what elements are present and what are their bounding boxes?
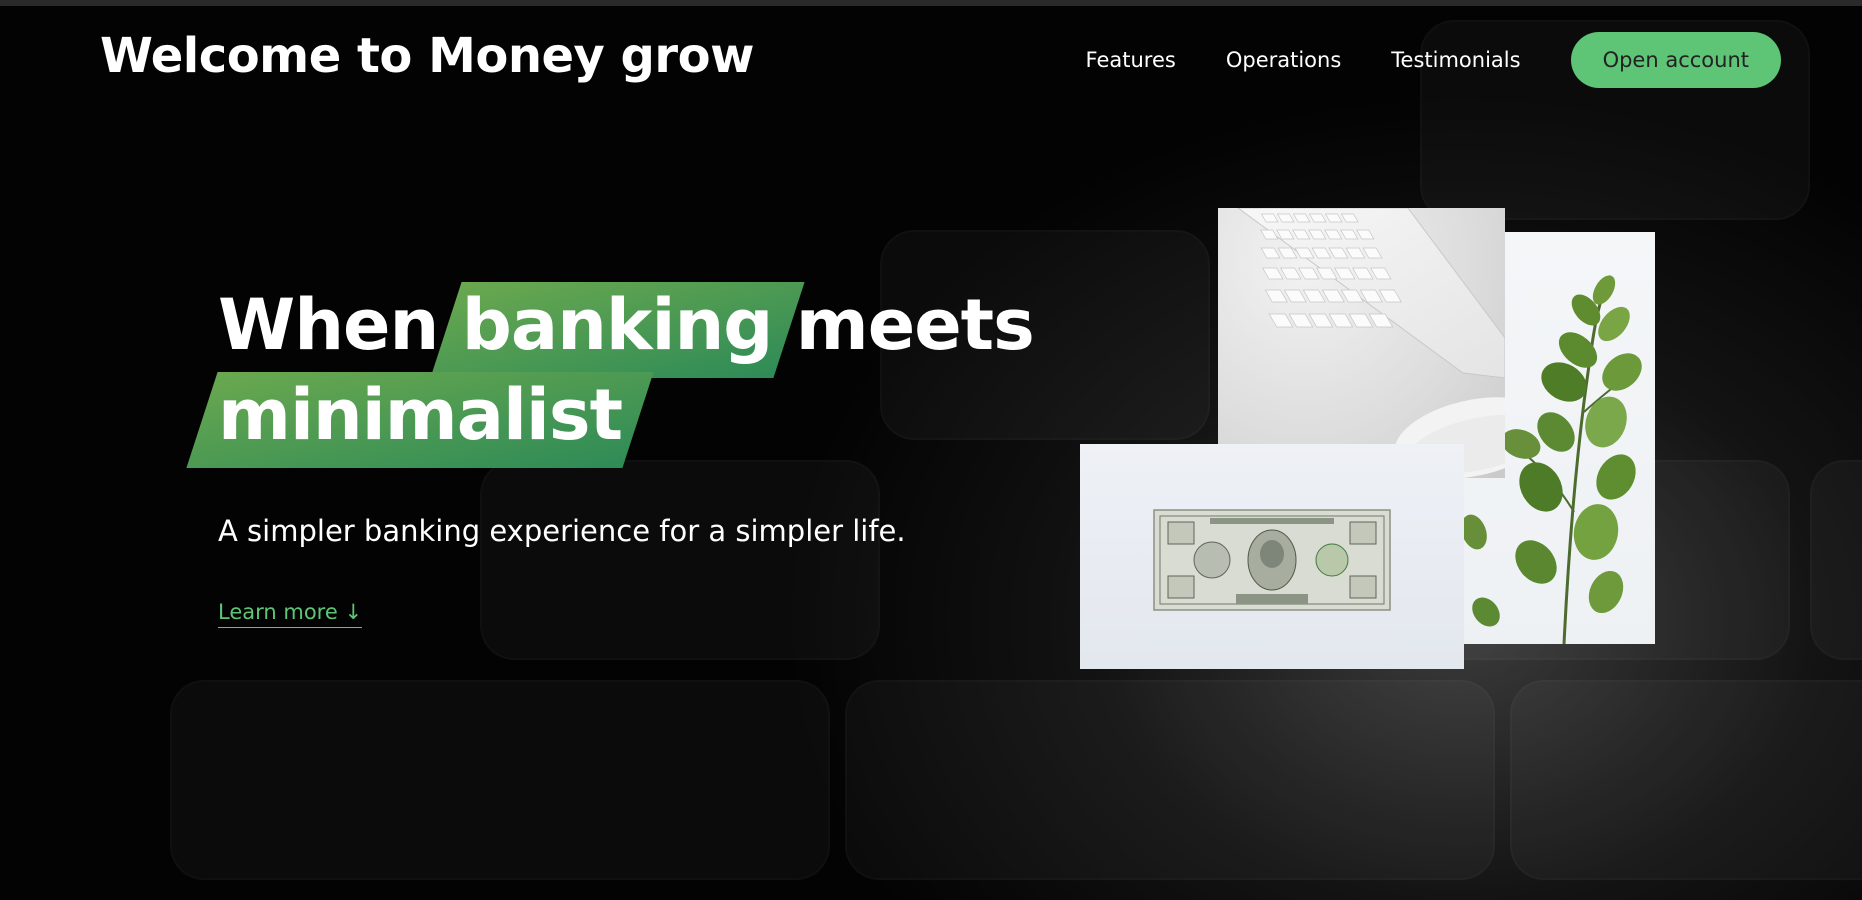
background-key [1810,460,1862,660]
page: Welcome to Money grow Features Operation… [0,0,1862,900]
main-nav: Features Operations Testimonials Open ac… [1086,32,1781,88]
hero-title-highlight: banking [462,280,774,370]
hero-subtitle: A simpler banking experience for a simpl… [218,514,906,548]
keyboard-image [1218,208,1505,478]
hero-title-word: meets [795,284,1035,366]
nav-link-operations[interactable]: Operations [1226,48,1341,72]
learn-more-link[interactable]: Learn more ↓ [218,600,363,628]
hero-title-highlight: minimalist [218,370,623,460]
background-key [480,460,880,660]
hero-title: When banking meets minimalist [218,280,1035,460]
keyboard-illustration [1237,208,1505,478]
dollar-image [1080,444,1464,669]
nav-link-features[interactable]: Features [1086,48,1176,72]
dollar-bill-illustration [1153,509,1391,611]
background-key [845,680,1495,880]
site-logo[interactable]: Welcome to Money grow [100,28,754,84]
hero-title-word: When [218,284,439,366]
open-account-button[interactable]: Open account [1570,32,1781,88]
nav-link-testimonials[interactable]: Testimonials [1391,48,1520,72]
background-key [1510,680,1862,880]
background-key [170,680,830,880]
